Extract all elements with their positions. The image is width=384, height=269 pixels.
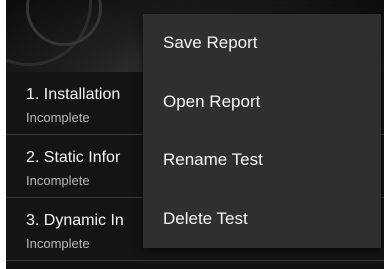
list-item-name: 3. Dynamic In [26,212,124,229]
list-item-name: 2. Static Infor [26,149,121,166]
list-item-status: Incomplete [26,236,90,251]
list-item-status: Incomplete [26,110,90,125]
menu-item-save-report[interactable]: Save Report [143,14,381,73]
list-item-name: 1. Installation [26,86,121,103]
overflow-menu: Save Report Open Report Rename Test Dele… [143,14,381,248]
screen: IMO Te 1. Installation Incomplete 2. Sta… [0,0,384,269]
menu-item-delete-test[interactable]: Delete Test [143,190,381,249]
menu-item-rename-test[interactable]: Rename Test [143,131,381,190]
list-item-status: Incomplete [26,173,90,188]
menu-item-open-report[interactable]: Open Report [143,73,381,132]
